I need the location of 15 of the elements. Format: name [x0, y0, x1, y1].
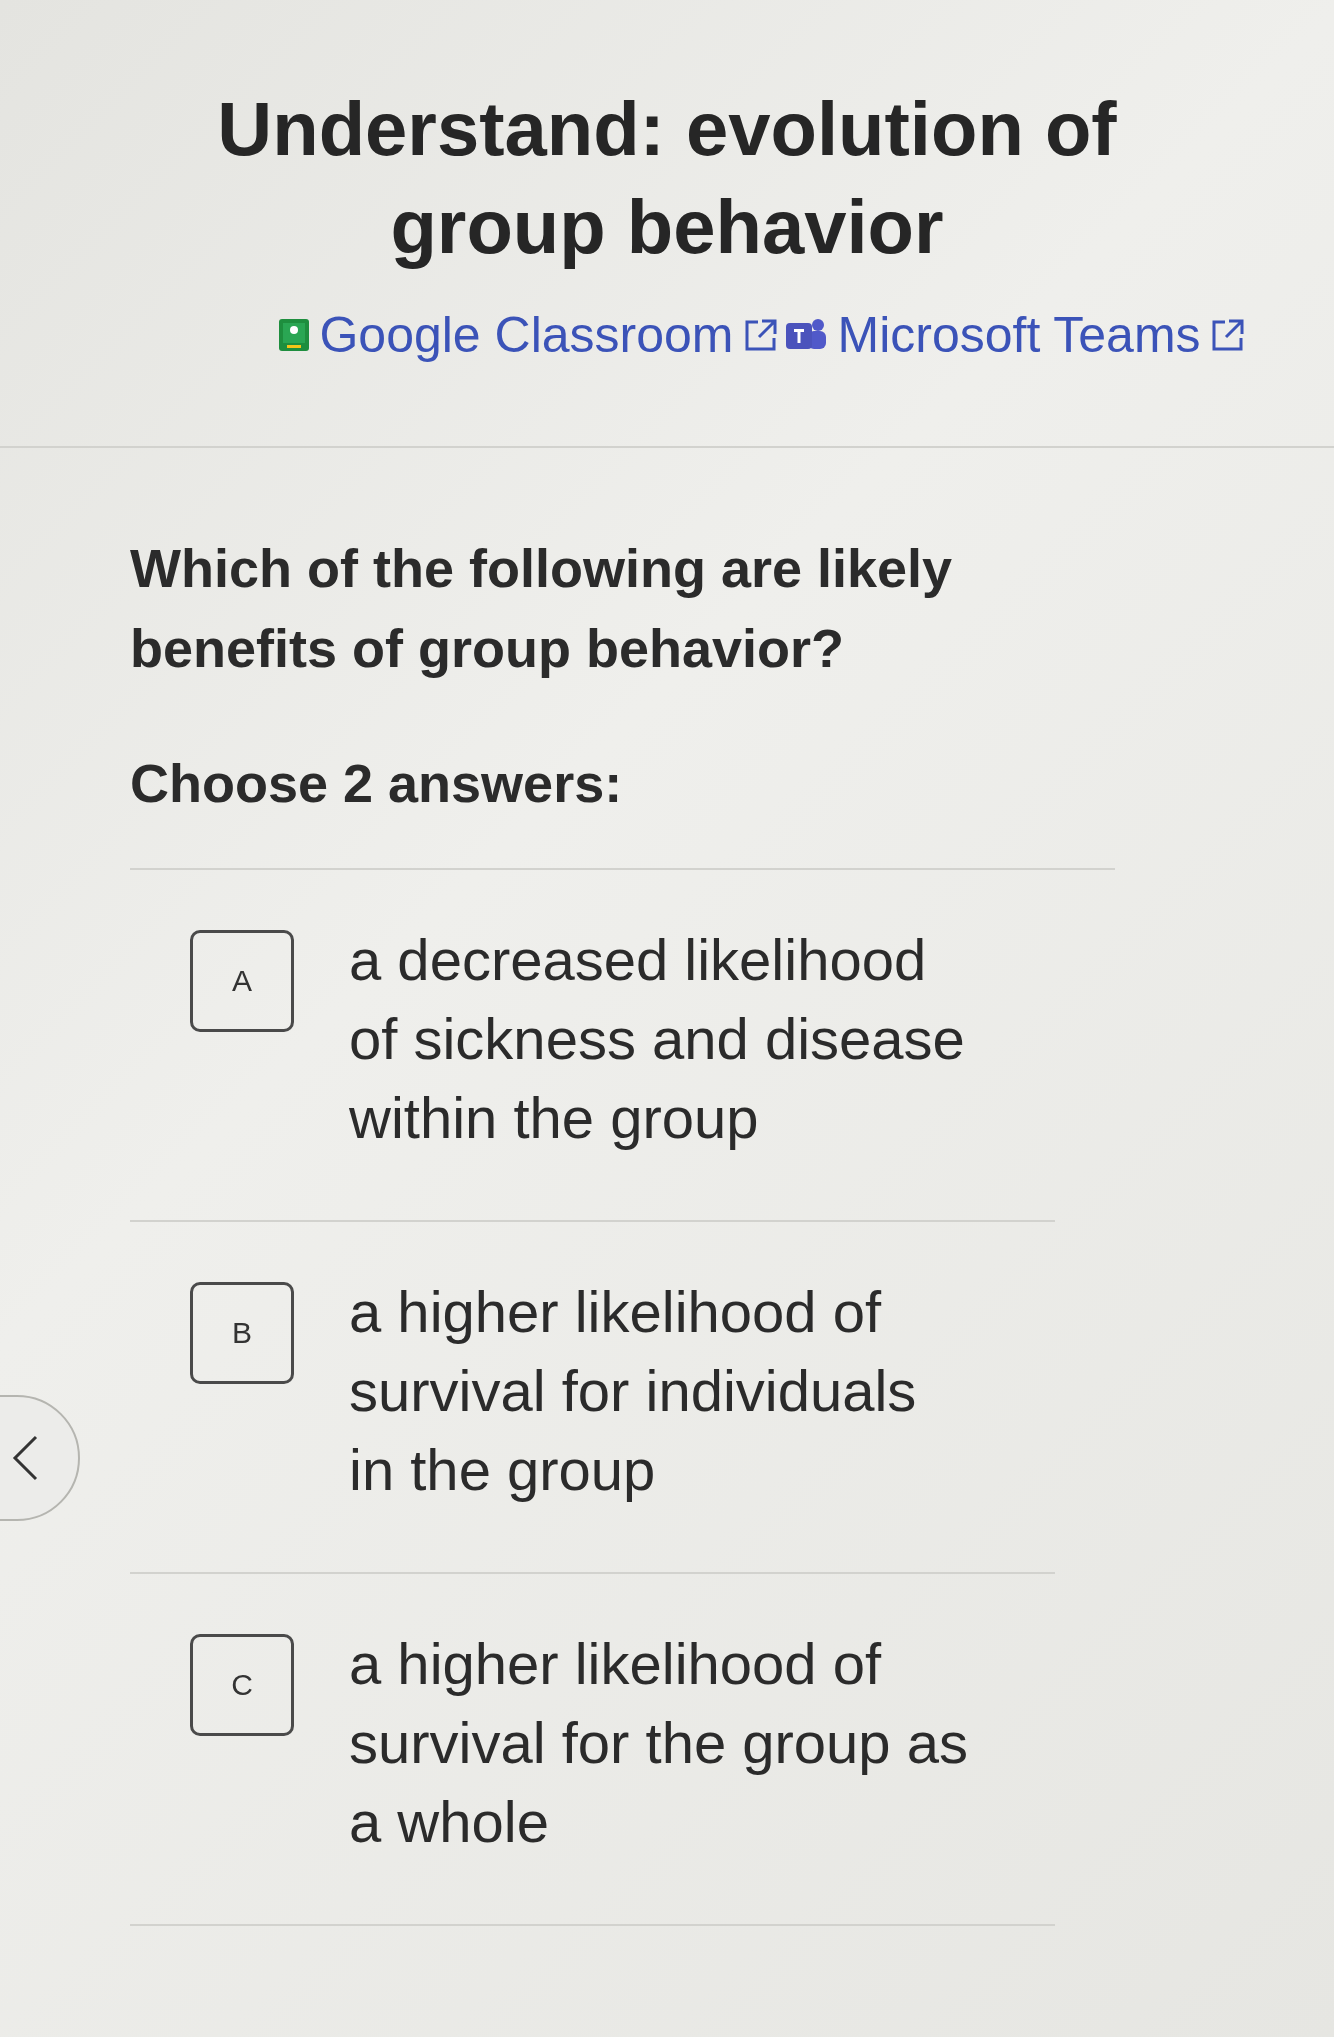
share-link[interactable]: Google Classroom: [279, 306, 778, 364]
instruction-text: Choose 2 answers:: [130, 752, 624, 815]
choice-checkbox[interactable]: B: [190, 1282, 294, 1384]
choice-checkbox[interactable]: C: [190, 1634, 294, 1736]
choice-text: a decreased likelihood of sickness and disease within the group: [349, 926, 966, 1152]
classroom-icon: [279, 319, 310, 351]
question-text: Which of the following are likely benefits of group behavior?: [130, 537, 954, 680]
choice-checkbox[interactable]: A: [190, 930, 294, 1032]
page-title: Understand: evolution of group behavior: [216, 85, 1118, 271]
external-link-icon: [1210, 318, 1245, 352]
share-link[interactable]: Microsoft Teams: [783, 306, 1245, 364]
choice-text: a higher likelihood of survival for the group as a whole: [349, 1630, 969, 1856]
chevron-left-icon: [12, 1435, 38, 1481]
external-link-icon: [743, 318, 778, 352]
choice-text: a higher likelihood of survival for individuals in the group: [349, 1278, 918, 1504]
